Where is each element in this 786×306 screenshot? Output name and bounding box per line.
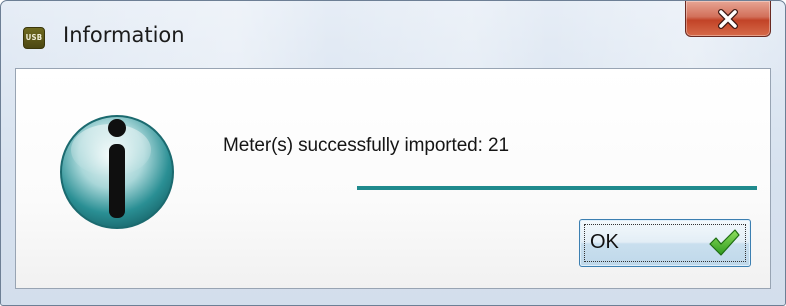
progress-bar-fill [357,186,757,190]
title-bar[interactable]: USB Information [1,1,785,67]
usb-app-icon: USB [23,27,45,49]
status-message: Meter(s) successfully imported: 21 [223,135,509,156]
close-icon [718,8,738,29]
checkmark-icon [709,229,740,256]
information-icon [60,115,174,229]
window-title: Information [63,23,185,47]
ok-button-label: OK [590,231,619,253]
ok-button[interactable]: OK [579,219,751,267]
information-dialog: USB Information Meter(s) successfully im… [0,0,786,306]
progress-bar [357,186,757,190]
close-button[interactable] [685,1,771,37]
app-icon-label: USB [25,33,43,43]
